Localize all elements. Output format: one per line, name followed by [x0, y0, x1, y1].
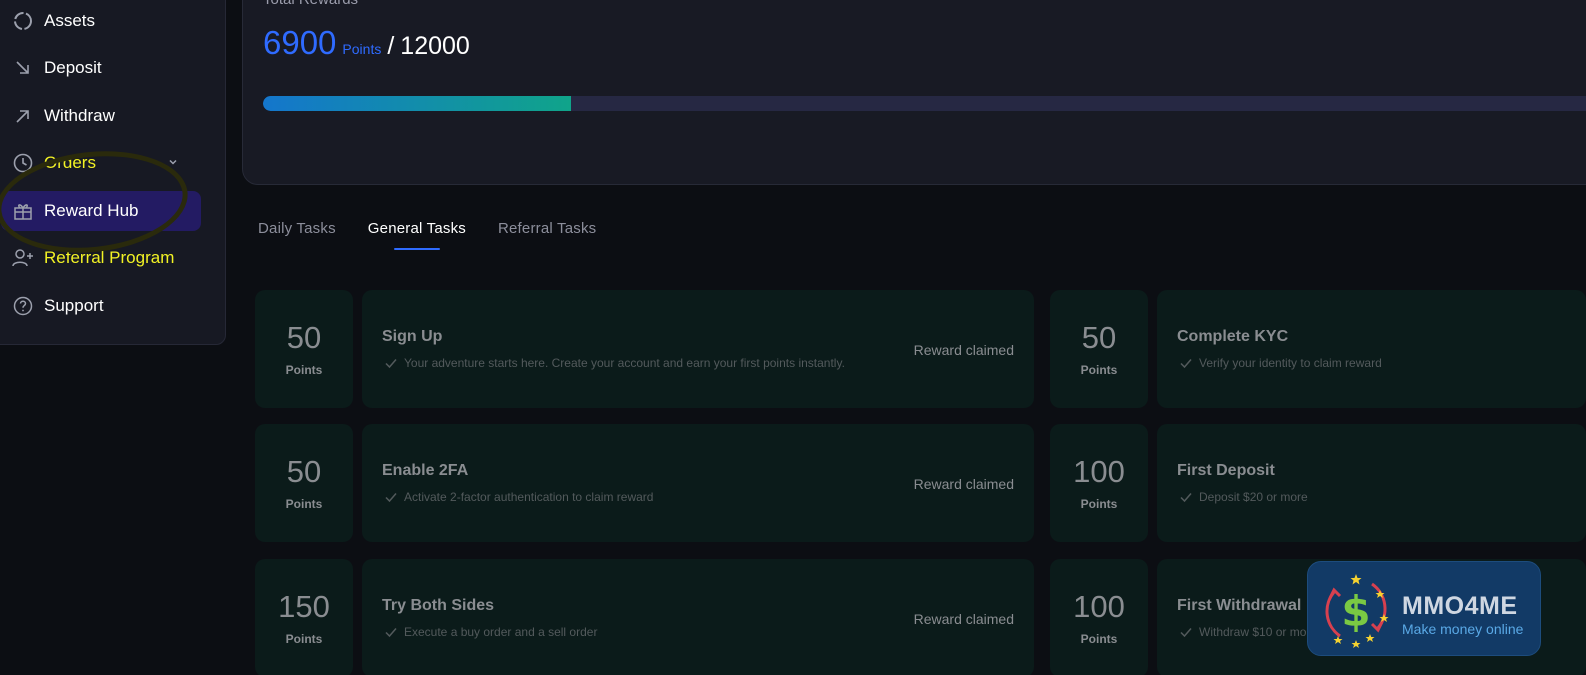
task-description: Activate 2-factor authentication to clai… [384, 490, 653, 504]
total-rewards-card: Total Rewards 6900 Points / 12000 [242, 0, 1586, 185]
sidebar-item-label: Reward Hub [44, 201, 139, 220]
task-points-box: 100 Points [1050, 424, 1148, 542]
total-points: 12000 [400, 32, 470, 60]
rewards-progress-fill [263, 96, 572, 111]
watermark-name: MMO4ME [1402, 592, 1518, 620]
task-points: 100 [1073, 588, 1125, 624]
task-points: 50 [286, 319, 322, 355]
task-points: 50 [1081, 319, 1117, 355]
task-title: First Withdrawal [1177, 597, 1302, 614]
sidebar-item-label: Assets [44, 11, 96, 30]
sidebar-item-support[interactable]: Support [1, 286, 201, 326]
task-description: Verify your identity to claim reward [1179, 356, 1382, 370]
clock-icon [11, 151, 35, 175]
add-user-icon [11, 246, 35, 270]
sidebar-item-reward-hub[interactable]: Reward Hub [1, 191, 201, 231]
tab-daily-tasks[interactable]: Daily Tasks [258, 220, 336, 237]
task-description: Your adventure starts here. Create your … [384, 356, 845, 370]
current-points: 6900 [263, 24, 337, 61]
sidebar-item-label: Support [44, 296, 104, 315]
svg-text:$: $ [1341, 587, 1370, 636]
task-status: Reward claimed [913, 611, 1014, 627]
task-points-unit: Points [285, 362, 323, 377]
points-separator: / [387, 32, 395, 60]
task-tabs: Daily Tasks General Tasks Referral Tasks [258, 220, 628, 250]
task-card-first-deposit: First Deposit Deposit $20 or more [1157, 424, 1586, 542]
watermark-tagline: Make money online [1402, 621, 1524, 637]
task-card-complete-kyc: Complete KYC Verify your identity to cla… [1157, 290, 1586, 408]
sidebar-item-withdraw[interactable]: Withdraw [1, 96, 201, 136]
tab-general-tasks[interactable]: General Tasks [368, 220, 466, 250]
deposit-arrow-icon [11, 56, 35, 80]
sidebar-item-referral-program[interactable]: Referral Program [1, 238, 201, 278]
rewards-points: 6900 Points / 12000 [263, 24, 470, 62]
sidebar-item-label: Referral Program [44, 248, 175, 267]
gift-icon [11, 199, 35, 223]
sidebar: Assets Deposit Withdraw Orders Reward Hu… [0, 0, 226, 345]
task-points: 50 [286, 453, 322, 489]
task-description-text: Your adventure starts here. Create your … [404, 356, 845, 370]
task-points-unit: Points [285, 631, 323, 646]
check-icon [385, 359, 397, 369]
sidebar-item-label: Deposit [44, 58, 102, 77]
mmo4me-watermark: $ MMO4ME Make money online [1307, 561, 1541, 656]
task-title: Enable 2FA [382, 462, 469, 479]
sidebar-item-label: Orders [44, 153, 96, 172]
task-description-text: Deposit $20 or more [1199, 490, 1308, 504]
task-title: Sign Up [382, 328, 443, 345]
check-icon [1180, 628, 1192, 638]
task-points: 150 [278, 588, 330, 624]
check-icon [385, 628, 397, 638]
tab-referral-tasks[interactable]: Referral Tasks [498, 220, 596, 237]
task-description-text: Execute a buy order and a sell order [404, 625, 598, 639]
task-points-box: 50 Points [255, 290, 353, 408]
sidebar-item-orders[interactable]: Orders [1, 143, 201, 183]
dollar-logo-icon: $ [1325, 574, 1389, 648]
sidebar-item-deposit[interactable]: Deposit [1, 48, 201, 88]
points-unit: Points [342, 41, 382, 57]
task-points-unit: Points [1080, 631, 1118, 646]
task-points-box: 150 Points [255, 559, 353, 675]
task-card-enable-2fa: Enable 2FA Activate 2-factor authenticat… [362, 424, 1034, 542]
task-points-unit: Points [1080, 362, 1118, 377]
rewards-progress-bar [263, 96, 1586, 111]
task-points: 100 [1073, 453, 1125, 489]
task-description: Deposit $20 or more [1179, 490, 1308, 504]
task-card-sign-up: Sign Up Your adventure starts here. Crea… [362, 290, 1034, 408]
task-title: Complete KYC [1177, 328, 1289, 345]
task-title: First Deposit [1177, 462, 1275, 479]
sidebar-item-label: Withdraw [44, 106, 115, 125]
task-points-unit: Points [285, 496, 323, 511]
check-icon [1180, 359, 1192, 369]
task-points-unit: Points [1080, 496, 1118, 511]
sidebar-item-assets[interactable]: Assets [1, 1, 201, 41]
task-status: Reward claimed [913, 342, 1014, 358]
task-description-text: Verify your identity to claim reward [1199, 356, 1382, 370]
total-rewards-title: Total Rewards [263, 0, 358, 8]
check-icon [385, 493, 397, 503]
task-card-try-both-sides: Try Both Sides Execute a buy order and a… [362, 559, 1034, 675]
task-title: Try Both Sides [382, 597, 495, 614]
check-icon [1180, 493, 1192, 503]
task-points-box: 100 Points [1050, 559, 1148, 675]
help-icon [11, 294, 35, 318]
task-description-text: Withdraw $10 or mo [1199, 625, 1307, 639]
task-points-box: 50 Points [255, 424, 353, 542]
task-status: Reward claimed [913, 476, 1014, 492]
task-points-box: 50 Points [1050, 290, 1148, 408]
chevron-down-icon[interactable] [167, 155, 179, 173]
withdraw-arrow-icon [11, 104, 35, 128]
task-description: Withdraw $10 or mo [1179, 625, 1306, 639]
task-description: Execute a buy order and a sell order [384, 625, 597, 639]
task-description-text: Activate 2-factor authentication to clai… [404, 490, 654, 504]
assets-icon [11, 9, 35, 33]
